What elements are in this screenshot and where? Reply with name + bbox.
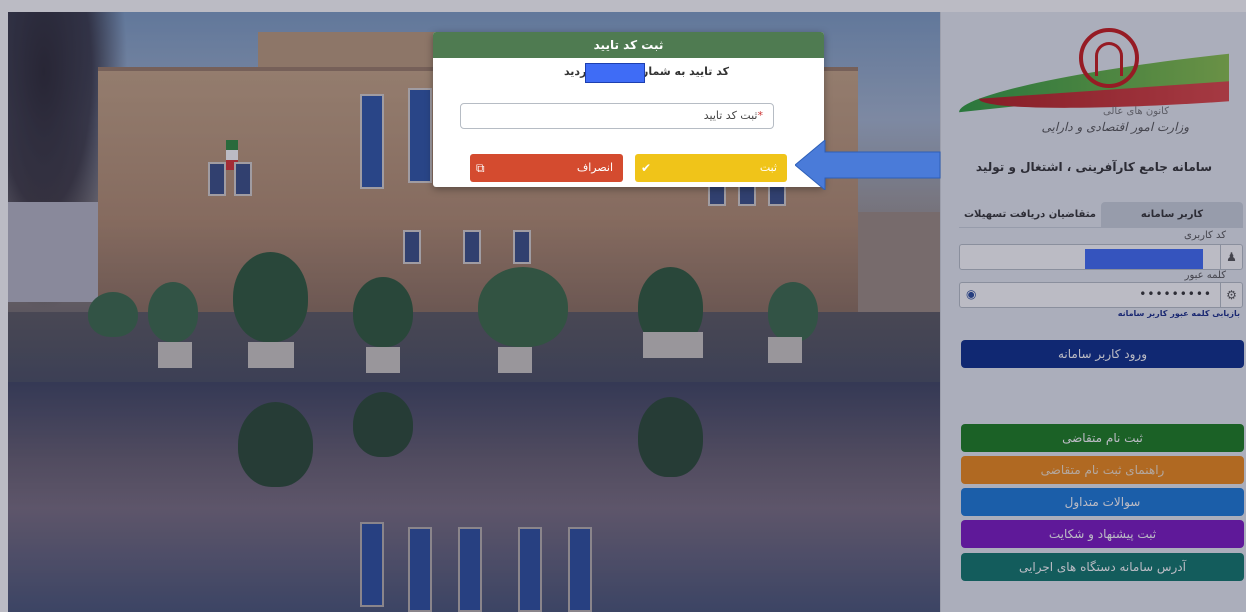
redacted-phone-number	[585, 63, 645, 83]
modal-title: ثبت کد تایید	[433, 32, 824, 58]
external-link-icon: ⧉	[476, 161, 485, 175]
check-icon: ✔	[641, 161, 652, 175]
verification-code-input[interactable]: *ثبت کد تایید	[460, 103, 774, 129]
annotation-arrow-icon	[795, 140, 941, 190]
cancel-label: انصراف	[576, 161, 613, 174]
verification-modal: ثبت کد تایید کد تایید به شماره ارسال گرد…	[433, 32, 824, 187]
cancel-button[interactable]: انصراف ⧉	[470, 154, 623, 182]
verification-code-placeholder: *ثبت کد تایید	[703, 109, 763, 122]
submit-label: ثبت	[759, 161, 777, 174]
submit-code-button[interactable]: ثبت ✔	[635, 154, 787, 182]
